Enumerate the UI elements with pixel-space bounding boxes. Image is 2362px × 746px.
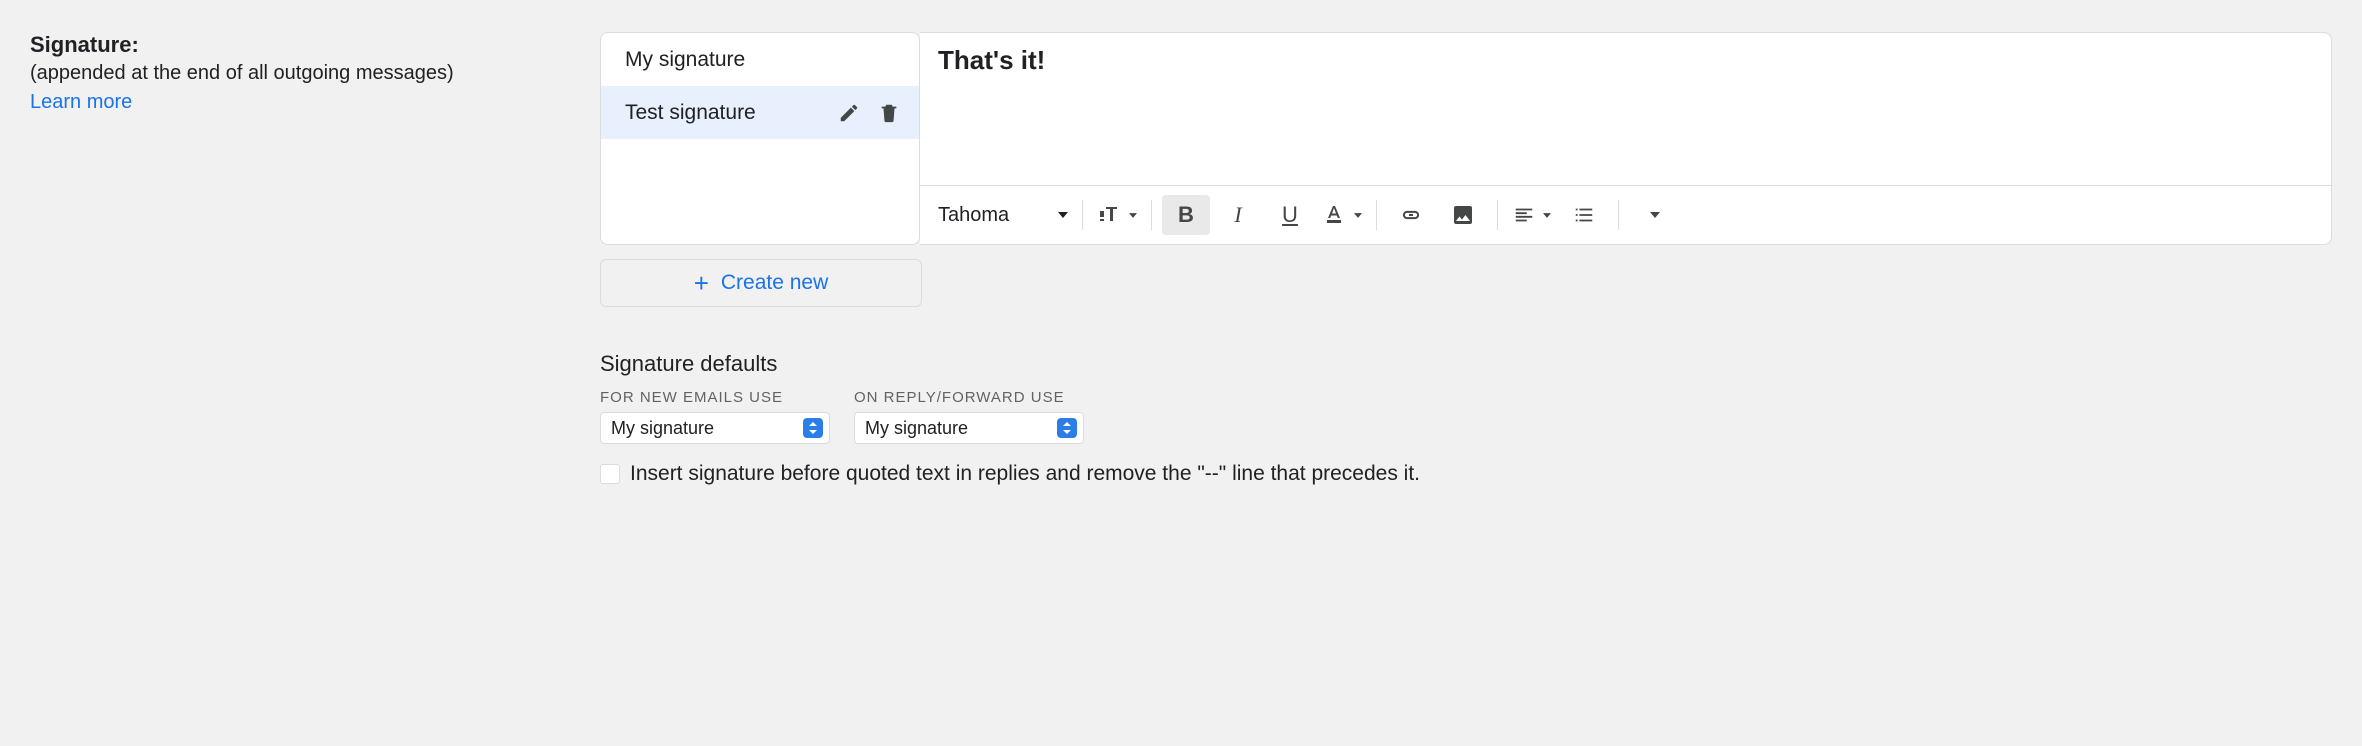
underline-button[interactable]: U — [1266, 195, 1314, 235]
plus-icon: + — [694, 270, 709, 296]
insert-image-button[interactable] — [1439, 195, 1487, 235]
signature-editor-body[interactable]: That's it! — [920, 33, 2331, 185]
defaults-reply-select[interactable]: My signature — [854, 412, 1084, 444]
italic-button[interactable]: I — [1214, 195, 1262, 235]
select-stepper-icon — [803, 418, 823, 438]
text-color-button[interactable] — [1318, 195, 1366, 235]
create-new-label: Create new — [721, 271, 828, 295]
more-formatting-button[interactable] — [1629, 195, 1677, 235]
font-size-button[interactable] — [1093, 195, 1141, 235]
defaults-new-select[interactable]: My signature — [600, 412, 830, 444]
create-new-button[interactable]: + Create new — [600, 259, 922, 307]
signature-item-label: My signature — [625, 48, 909, 72]
defaults-new-label: FOR NEW EMAILS USE — [600, 389, 830, 406]
format-toolbar: Tahoma B I U — [920, 185, 2331, 244]
defaults-reply-label: ON REPLY/FORWARD USE — [854, 389, 1084, 406]
insert-before-label: Insert signature before quoted text in r… — [630, 462, 1420, 486]
insert-link-button[interactable] — [1387, 195, 1435, 235]
defaults-heading: Signature defaults — [600, 351, 2332, 377]
insert-before-checkbox[interactable] — [600, 464, 620, 484]
signature-item-label: Test signature — [625, 101, 829, 125]
separator — [1618, 200, 1619, 230]
defaults-reply-value: My signature — [865, 418, 968, 439]
align-button[interactable] — [1508, 195, 1556, 235]
separator — [1376, 200, 1377, 230]
signature-item[interactable]: Test signature — [601, 86, 919, 139]
learn-more-link[interactable]: Learn more — [30, 91, 132, 114]
setting-subtitle: (appended at the end of all outgoing mes… — [30, 62, 600, 85]
separator — [1151, 200, 1152, 230]
select-stepper-icon — [1057, 418, 1077, 438]
font-family-select[interactable]: Tahoma — [934, 195, 1072, 235]
signature-list: My signature Test signature — [600, 32, 920, 245]
edit-icon[interactable] — [829, 102, 869, 124]
signature-editor: That's it! Tahoma B I U — [920, 32, 2332, 245]
defaults-new-value: My signature — [611, 418, 714, 439]
separator — [1082, 200, 1083, 230]
bold-button[interactable]: B — [1162, 195, 1210, 235]
font-family-value: Tahoma — [938, 204, 1050, 227]
signature-item[interactable]: My signature — [601, 33, 919, 86]
setting-title: Signature: — [30, 32, 600, 58]
separator — [1497, 200, 1498, 230]
list-button[interactable] — [1560, 195, 1608, 235]
delete-icon[interactable] — [869, 102, 909, 124]
signature-content: That's it! — [938, 45, 1045, 75]
